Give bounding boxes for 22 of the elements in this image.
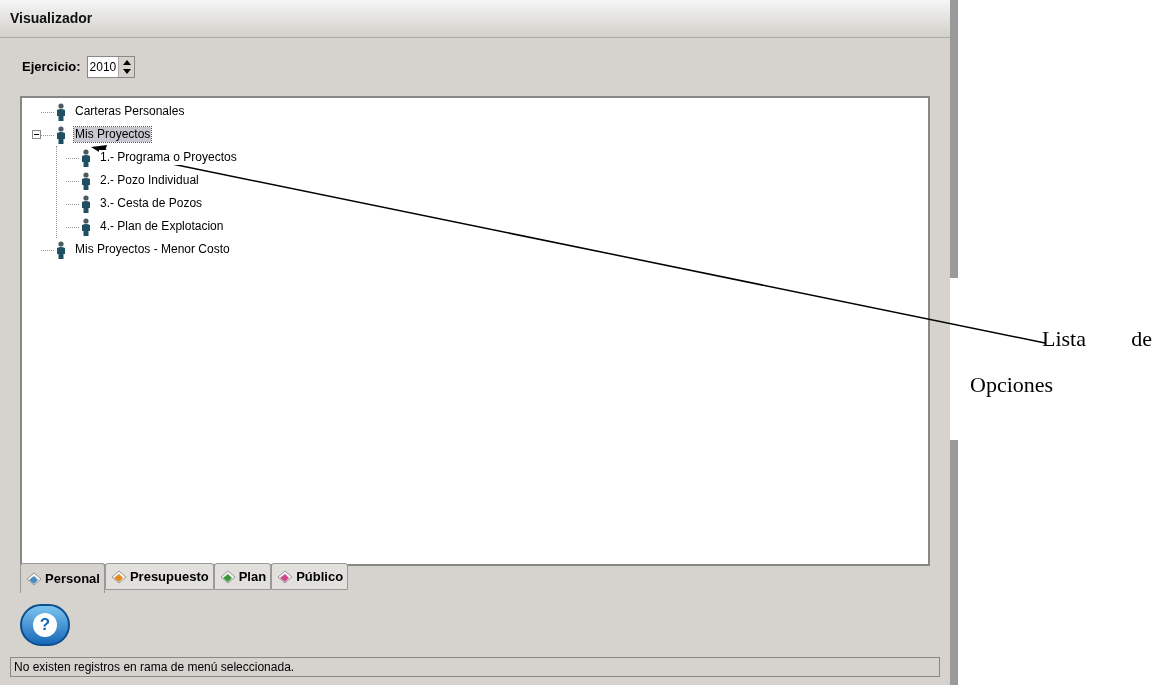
- annotation-text: Lista de Opciones: [970, 325, 1152, 399]
- person-icon: [56, 240, 66, 259]
- ejercicio-label: Ejercicio:: [22, 58, 81, 77]
- person-icon: [56, 102, 66, 121]
- tab[interactable]: Plan: [213, 563, 272, 590]
- person-icon: [56, 125, 66, 144]
- status-bar: No existen registros en rama de menú seleccionada.: [10, 657, 940, 677]
- person-icon: [81, 148, 91, 167]
- tab[interactable]: Personal: [20, 563, 105, 593]
- person-icon: [81, 171, 91, 190]
- person-icon: [81, 194, 91, 213]
- tree-item[interactable]: Mis Proyectos - Menor Costo: [74, 242, 231, 257]
- year-spinner[interactable]: 2010: [86, 56, 136, 78]
- tree-item[interactable]: 1.- Programa o Proyectos: [99, 150, 238, 165]
- tab[interactable]: Público: [271, 563, 349, 590]
- help-button[interactable]: ?: [20, 604, 70, 646]
- tree-item[interactable]: 4.- Plan de Explotacion: [99, 219, 225, 234]
- collapse-toggle[interactable]: [32, 130, 41, 139]
- person-icon: [81, 217, 91, 236]
- tab[interactable]: Presupuesto: [104, 563, 214, 590]
- tree-item[interactable]: Mis Proyectos: [74, 127, 152, 142]
- window-title: Visualizador: [10, 9, 93, 28]
